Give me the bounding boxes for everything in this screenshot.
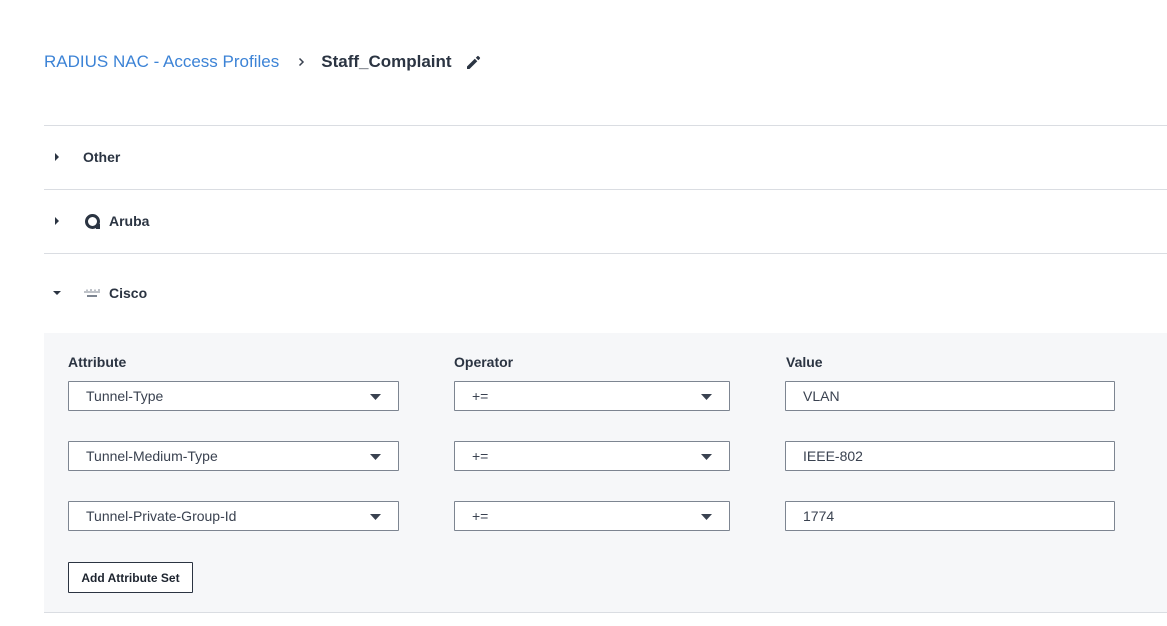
attribute-column-header: Attribute bbox=[68, 354, 127, 370]
dropdown-arrow-icon bbox=[701, 514, 712, 520]
divider bbox=[44, 612, 1167, 613]
caret-right-icon bbox=[52, 216, 62, 226]
value-input[interactable] bbox=[803, 388, 1114, 404]
attribute-select-value: Tunnel-Private-Group-Id bbox=[86, 508, 237, 524]
attribute-select[interactable]: Tunnel-Type bbox=[68, 381, 399, 411]
cisco-logo-icon bbox=[83, 284, 101, 302]
chevron-right-icon bbox=[298, 57, 305, 67]
dropdown-arrow-icon bbox=[370, 394, 381, 400]
dropdown-arrow-icon bbox=[701, 454, 712, 460]
operator-select[interactable]: += bbox=[454, 441, 730, 471]
cisco-attributes-panel: Attribute Operator Value Tunnel-Type += … bbox=[44, 333, 1167, 612]
section-other[interactable]: Other bbox=[44, 126, 1167, 188]
value-field[interactable] bbox=[785, 501, 1115, 531]
dropdown-arrow-icon bbox=[370, 454, 381, 460]
breadcrumb-parent-link[interactable]: RADIUS NAC - Access Profiles bbox=[44, 52, 279, 72]
section-label: Cisco bbox=[109, 285, 148, 301]
operator-select-value: += bbox=[472, 508, 489, 524]
section-aruba[interactable]: Aruba bbox=[44, 190, 1167, 252]
value-field[interactable] bbox=[785, 441, 1115, 471]
add-attribute-set-button[interactable]: Add Attribute Set bbox=[68, 562, 193, 593]
attribute-select[interactable]: Tunnel-Private-Group-Id bbox=[68, 501, 399, 531]
section-label: Other bbox=[83, 149, 121, 165]
operator-select-value: += bbox=[472, 388, 489, 404]
value-input[interactable] bbox=[803, 448, 1114, 464]
value-input[interactable] bbox=[803, 508, 1114, 524]
dropdown-arrow-icon bbox=[370, 514, 381, 520]
attribute-select[interactable]: Tunnel-Medium-Type bbox=[68, 441, 399, 471]
aruba-logo-icon bbox=[83, 212, 101, 230]
pencil-icon[interactable] bbox=[465, 53, 483, 71]
breadcrumb: RADIUS NAC - Access Profiles Staff_Compl… bbox=[44, 50, 483, 74]
page: RADIUS NAC - Access Profiles Staff_Compl… bbox=[0, 0, 1167, 626]
divider bbox=[44, 253, 1167, 254]
operator-column-header: Operator bbox=[454, 354, 514, 370]
value-field[interactable] bbox=[785, 381, 1115, 411]
caret-right-icon bbox=[52, 152, 62, 162]
attribute-select-value: Tunnel-Medium-Type bbox=[86, 448, 218, 464]
operator-select-value: += bbox=[472, 448, 489, 464]
dropdown-arrow-icon bbox=[701, 394, 712, 400]
section-label: Aruba bbox=[109, 213, 150, 229]
value-column-header: Value bbox=[786, 354, 823, 370]
operator-select[interactable]: += bbox=[454, 501, 730, 531]
operator-select[interactable]: += bbox=[454, 381, 730, 411]
caret-down-icon bbox=[52, 288, 62, 298]
page-title: Staff_Complaint bbox=[321, 52, 452, 71]
attribute-select-value: Tunnel-Type bbox=[86, 388, 164, 404]
section-cisco[interactable]: Cisco bbox=[44, 262, 1167, 324]
